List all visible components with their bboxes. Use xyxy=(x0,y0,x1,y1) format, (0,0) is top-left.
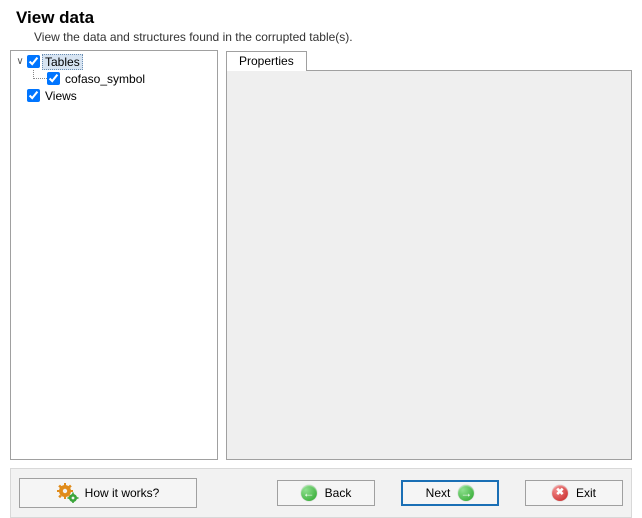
how-it-works-label: How it works? xyxy=(85,486,160,500)
back-button[interactable]: ← Back xyxy=(277,480,375,506)
next-button[interactable]: Next → xyxy=(401,480,499,506)
close-icon: ✖ xyxy=(552,485,568,501)
tab-row: Properties xyxy=(226,50,632,70)
tab-properties[interactable]: Properties xyxy=(226,51,307,71)
checkbox-tables[interactable] xyxy=(27,55,40,68)
properties-body xyxy=(226,70,632,460)
properties-panel: Properties xyxy=(226,50,632,460)
how-it-works-button[interactable]: How it works? xyxy=(19,478,197,508)
header: View data View the data and structures f… xyxy=(10,8,632,44)
arrow-left-icon: ← xyxy=(301,485,317,501)
page-title: View data xyxy=(16,8,632,28)
tree-item-views[interactable]: Views xyxy=(11,87,217,104)
tree-label-tables[interactable]: Tables xyxy=(42,54,83,70)
tree-connector xyxy=(27,70,47,87)
expand-icon[interactable]: ∨ xyxy=(13,56,27,67)
button-bar: How it works? ← Back Next → ✖ Exit xyxy=(10,468,632,518)
checkbox-cofaso[interactable] xyxy=(47,72,60,85)
checkbox-views[interactable] xyxy=(27,89,40,102)
tree-panel[interactable]: ∨ Tables cofaso_symbol Views xyxy=(10,50,218,460)
back-label: Back xyxy=(325,486,352,500)
next-label: Next xyxy=(426,486,451,500)
page-subtitle: View the data and structures found in th… xyxy=(34,30,632,44)
tree-item-cofaso[interactable]: cofaso_symbol xyxy=(11,70,217,87)
exit-label: Exit xyxy=(576,486,596,500)
gear-icon xyxy=(57,483,79,503)
tree-label-views[interactable]: Views xyxy=(42,89,80,103)
tree-label-cofaso[interactable]: cofaso_symbol xyxy=(62,72,148,86)
arrow-right-icon: → xyxy=(458,485,474,501)
exit-button[interactable]: ✖ Exit xyxy=(525,480,623,506)
tree-item-tables[interactable]: ∨ Tables xyxy=(11,53,217,70)
